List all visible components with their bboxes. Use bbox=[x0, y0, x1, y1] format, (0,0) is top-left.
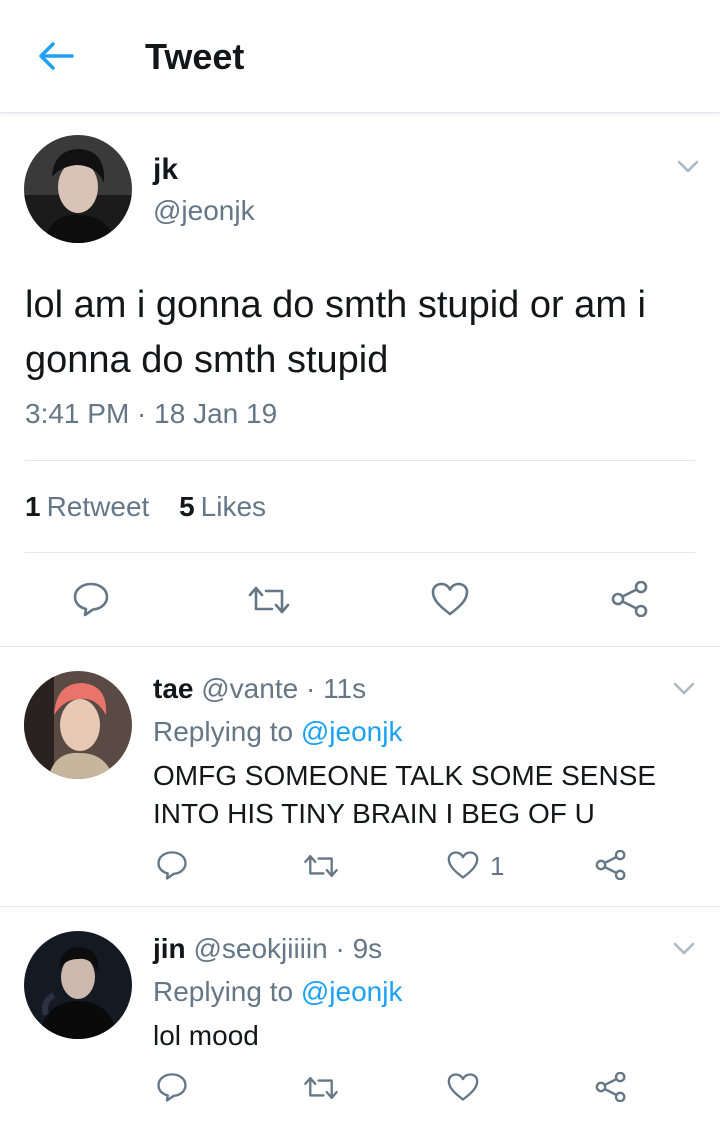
separator-dot: · bbox=[305, 673, 316, 704]
tweet-stats: 1 Retweet 5 Likes bbox=[25, 491, 288, 523]
author-name[interactable]: jin bbox=[153, 933, 186, 964]
reply-icon bbox=[73, 582, 109, 617]
tweet-text: lol am i gonna do smth stupid or am i go… bbox=[25, 284, 646, 381]
retweet-button[interactable] bbox=[302, 852, 340, 885]
reply-icon bbox=[157, 1073, 187, 1102]
reply-tweet[interactable]: jin @seokjiiiin · 9s Replying to @jeonjk… bbox=[0, 906, 720, 1134]
separator-dot: · bbox=[335, 933, 345, 964]
author-name[interactable]: jk bbox=[153, 153, 178, 187]
share-button[interactable] bbox=[594, 849, 628, 885]
reply-header: tae @vante · 11s bbox=[153, 673, 366, 705]
replying-label: Replying to bbox=[153, 976, 294, 1007]
like-count: 5 bbox=[179, 491, 195, 522]
like-button[interactable] bbox=[446, 850, 480, 885]
chevron-down-icon bbox=[677, 160, 699, 173]
main-tweet: jk @jeonjk lol am i gonna do smth stupid… bbox=[0, 113, 720, 645]
more-options-button[interactable] bbox=[672, 681, 696, 697]
retweet-icon bbox=[304, 1076, 338, 1100]
replying-to: Replying to @jeonjk bbox=[153, 976, 402, 1008]
more-options-button[interactable] bbox=[676, 159, 700, 175]
share-button[interactable] bbox=[594, 1071, 628, 1107]
mention-link[interactable]: @jeonjk bbox=[301, 716, 403, 747]
retweet-icon bbox=[304, 854, 338, 878]
reply-icon bbox=[157, 851, 187, 880]
share-button[interactable] bbox=[610, 580, 650, 622]
avatar[interactable] bbox=[24, 671, 132, 779]
heart-icon bbox=[431, 582, 469, 616]
back-button[interactable] bbox=[36, 38, 76, 74]
like-button[interactable] bbox=[430, 581, 470, 622]
retweet-button[interactable] bbox=[302, 1074, 340, 1107]
reply-button[interactable] bbox=[72, 580, 110, 623]
author-name[interactable]: tae bbox=[153, 673, 193, 704]
reply-text: OMFG SOMEONE TALK SOME SENSE INTO HIS TI… bbox=[153, 760, 657, 829]
top-app-bar: Tweet bbox=[0, 0, 720, 113]
share-icon bbox=[595, 1071, 626, 1103]
like-button[interactable] bbox=[446, 1072, 480, 1107]
heart-icon bbox=[447, 1073, 479, 1101]
reply-text: lol mood bbox=[153, 1020, 259, 1051]
share-icon bbox=[595, 849, 626, 881]
author-handle[interactable]: @vante bbox=[201, 673, 298, 704]
chevron-down-icon bbox=[673, 682, 695, 695]
reply-time: 9s bbox=[352, 933, 383, 964]
tweet-timestamp: 3:41 PM · 18 Jan 19 bbox=[25, 398, 278, 429]
retweet-icon bbox=[248, 586, 290, 614]
author-handle[interactable]: @jeonjk bbox=[153, 195, 255, 227]
author-handle[interactable]: @seokjiiiin bbox=[193, 933, 327, 964]
avatar[interactable] bbox=[24, 135, 132, 243]
avatar[interactable] bbox=[24, 931, 132, 1039]
mention-link[interactable]: @jeonjk bbox=[301, 976, 403, 1007]
share-icon bbox=[611, 580, 648, 618]
retweet-label: Retweet bbox=[46, 491, 150, 522]
reply-tweet[interactable]: tae @vante · 11s Replying to @jeonjk OMF… bbox=[0, 646, 720, 907]
reply-button[interactable] bbox=[156, 1071, 188, 1108]
replying-label: Replying to bbox=[153, 716, 294, 747]
retweets-stat[interactable]: 1 Retweet bbox=[25, 491, 149, 523]
page-title: Tweet bbox=[145, 36, 245, 77]
heart-icon bbox=[447, 851, 479, 879]
replying-to: Replying to @jeonjk bbox=[153, 716, 402, 748]
retweet-count: 1 bbox=[25, 491, 41, 522]
reply-header: jin @seokjiiiin · 9s bbox=[153, 933, 382, 965]
reply-time: 11s bbox=[323, 673, 367, 704]
like-label: Likes bbox=[200, 491, 267, 522]
likes-stat[interactable]: 5 Likes bbox=[179, 491, 266, 523]
more-options-button[interactable] bbox=[672, 941, 696, 957]
reply-button[interactable] bbox=[156, 849, 188, 886]
like-count: 1 bbox=[490, 851, 505, 881]
divider bbox=[25, 460, 695, 461]
divider bbox=[25, 552, 695, 553]
arrow-left-icon bbox=[39, 42, 74, 70]
chevron-down-icon bbox=[673, 942, 695, 955]
retweet-button[interactable] bbox=[246, 583, 292, 622]
